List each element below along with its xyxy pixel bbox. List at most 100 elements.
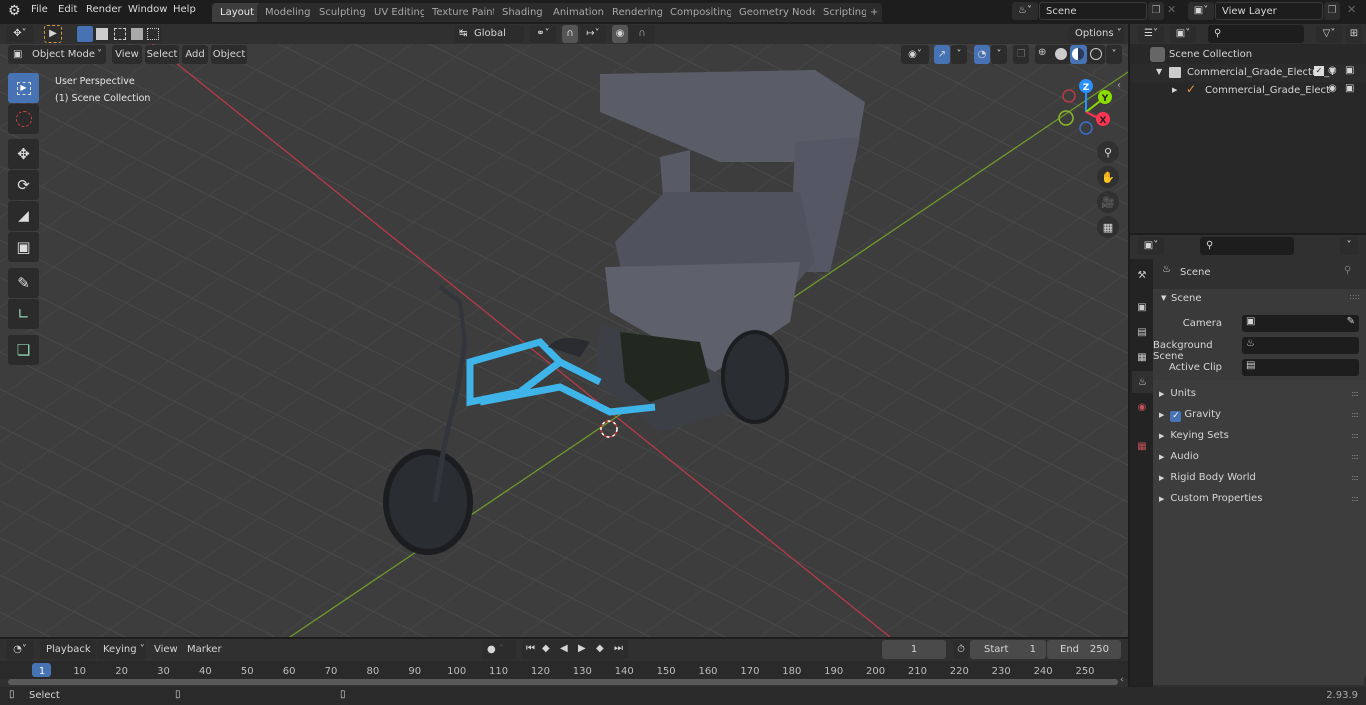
tab-modeling[interactable]: Modeling bbox=[257, 3, 319, 22]
gizmo-neg-y[interactable] bbox=[1058, 110, 1074, 126]
tab-animation[interactable]: Animation bbox=[545, 3, 612, 22]
tab-scene[interactable]: ♨ bbox=[1132, 371, 1153, 393]
menu-marker[interactable]: Marker bbox=[187, 644, 222, 655]
menu-select[interactable]: Select bbox=[145, 45, 179, 64]
tool-select-box[interactable]: ▶ bbox=[8, 73, 39, 103]
transform-orientation-dropdown[interactable]: Global ↹ bbox=[454, 25, 524, 43]
jump-start-icon[interactable]: ⏮ bbox=[526, 643, 535, 654]
next-keyframe-icon[interactable]: ◆ bbox=[596, 643, 604, 654]
active-clip-field[interactable]: ▤ bbox=[1242, 359, 1359, 376]
panel-keying-sets[interactable]: ▶ Keying Sets:::: bbox=[1153, 425, 1364, 446]
falloff-dropdown[interactable]: ∩ bbox=[629, 25, 655, 43]
tab-texture[interactable]: ▦ bbox=[1132, 435, 1152, 457]
menu-window[interactable]: Window bbox=[128, 4, 167, 15]
display-mode-dropdown[interactable]: ▣˅ bbox=[1170, 25, 1196, 43]
outliner-editor-type[interactable]: ☰˅ bbox=[1138, 25, 1164, 43]
visibility-dropdown[interactable]: ◉˅ bbox=[901, 45, 929, 64]
menu-playback[interactable]: Playback ˅ bbox=[40, 640, 96, 674]
menu-keying[interactable]: Keying ˅ bbox=[97, 640, 146, 659]
menu-view[interactable]: View bbox=[112, 45, 142, 64]
camera-render-icon[interactable]: ▣ bbox=[1345, 83, 1354, 94]
outliner-item-scene-collection[interactable]: Scene Collection bbox=[1130, 46, 1366, 64]
tab-sculpting[interactable]: Sculpting bbox=[311, 3, 374, 22]
pin-icon[interactable]: ⚲ bbox=[1344, 265, 1351, 276]
tab-texture-paint[interactable]: Texture Paint bbox=[424, 3, 505, 22]
panel-custom-properties[interactable]: ▶ Custom Properties:::: bbox=[1153, 488, 1364, 509]
mode-set-icon[interactable] bbox=[77, 26, 93, 42]
drag-handle-icon[interactable]: :::: bbox=[1351, 383, 1359, 404]
delete-scene-icon[interactable]: ✕ bbox=[1167, 3, 1176, 16]
gizmo-dropdown[interactable]: ˅ bbox=[951, 45, 967, 64]
menu-help[interactable]: Help bbox=[173, 4, 196, 15]
proportional-edit-toggle[interactable]: ◉ bbox=[612, 25, 628, 43]
properties-search-input[interactable]: ⚲ bbox=[1200, 237, 1294, 255]
blender-logo-icon[interactable]: ⚙ bbox=[8, 3, 21, 19]
current-frame-field[interactable]: 1 bbox=[882, 640, 946, 659]
snap-target-dropdown[interactable]: ↦˅ bbox=[580, 25, 606, 43]
prev-keyframe-icon[interactable]: ◆ bbox=[542, 643, 550, 654]
camera-field[interactable]: ▣ ✎ bbox=[1242, 315, 1359, 332]
tab-render[interactable]: ▣ bbox=[1132, 296, 1152, 318]
panel-units[interactable]: ▶ Units:::: bbox=[1153, 383, 1364, 404]
drag-handle-icon[interactable]: :::: bbox=[1351, 425, 1359, 446]
preview-range-toggle[interactable]: ⏱ bbox=[953, 640, 969, 659]
panel-rigid-body-world[interactable]: ▶ Rigid Body World:::: bbox=[1153, 467, 1364, 488]
new-scene-button[interactable]: ❐ bbox=[1148, 2, 1164, 20]
sidebar-toggle-icon[interactable]: ‹ bbox=[1117, 80, 1121, 91]
timeline-scrollbar[interactable] bbox=[8, 679, 1118, 685]
scene-name-field[interactable]: Scene bbox=[1039, 2, 1147, 20]
properties-options-dropdown[interactable]: ˅ bbox=[1340, 237, 1358, 255]
end-frame-field[interactable]: End 250 bbox=[1047, 640, 1121, 659]
mode-extend-icon[interactable] bbox=[96, 28, 108, 40]
jump-end-icon[interactable]: ⏭ bbox=[614, 643, 623, 654]
eye-icon[interactable]: ◉ bbox=[1328, 65, 1337, 76]
drag-handle-icon[interactable]: :::: bbox=[1349, 292, 1360, 301]
editor-type-dropdown[interactable]: ✥˅ bbox=[6, 25, 34, 43]
zoom-view-button[interactable]: ⚲ bbox=[1097, 141, 1119, 163]
camera-render-icon[interactable]: ▣ bbox=[1345, 65, 1354, 76]
tab-world[interactable]: ◉ bbox=[1132, 396, 1152, 418]
tab-shading[interactable]: Shading bbox=[494, 3, 551, 22]
new-collection-button[interactable]: ⊞ bbox=[1346, 25, 1362, 43]
menu-edit[interactable]: Edit bbox=[58, 4, 77, 15]
tool-transform[interactable]: ▣ bbox=[8, 232, 39, 262]
object-mode-dropdown[interactable]: ▣ Object Mode ˅ bbox=[8, 45, 106, 64]
menu-object[interactable]: Object bbox=[211, 45, 247, 64]
xray-toggle[interactable]: ❐ bbox=[1013, 45, 1029, 64]
play-icon[interactable]: ▶ bbox=[578, 643, 586, 654]
mode-intersect-icon[interactable] bbox=[147, 28, 159, 40]
add-workspace-button[interactable]: + bbox=[866, 3, 883, 22]
filter-dropdown[interactable]: ▽˅ bbox=[1316, 25, 1342, 43]
material-preview-shading-icon[interactable] bbox=[1070, 45, 1087, 64]
active-tool-indicator[interactable]: ▶ bbox=[44, 25, 62, 43]
new-view-layer-button[interactable]: ❐ bbox=[1324, 2, 1340, 20]
view-layer-type-dropdown[interactable]: ▣˅ bbox=[1188, 2, 1214, 20]
background-scene-field[interactable]: ♨ bbox=[1242, 337, 1359, 354]
camera-view-button[interactable]: 🎥 bbox=[1097, 191, 1119, 213]
tool-measure[interactable]: ∟ bbox=[8, 299, 39, 329]
tab-output[interactable]: ▤ bbox=[1132, 321, 1152, 343]
gravity-checkbox[interactable]: ✓ bbox=[1170, 411, 1182, 422]
gizmo-toggle[interactable]: ↗ bbox=[934, 45, 950, 64]
exclude-checkbox[interactable]: ✓ bbox=[1314, 66, 1324, 76]
mode-subtract-icon[interactable] bbox=[114, 28, 126, 40]
pivot-point-dropdown[interactable]: ⚭˅ bbox=[530, 25, 556, 43]
timeline-editor-type[interactable]: ◔˅ bbox=[6, 640, 34, 659]
delete-view-layer-icon[interactable]: ✕ bbox=[1347, 3, 1356, 16]
snap-toggle[interactable]: ∩ bbox=[562, 25, 578, 43]
drag-handle-icon[interactable]: :::: bbox=[1351, 467, 1359, 488]
tab-tool[interactable]: ⚒ bbox=[1132, 264, 1152, 286]
drag-handle-icon[interactable]: :::: bbox=[1351, 446, 1359, 467]
eye-icon[interactable]: ◉ bbox=[1328, 83, 1337, 94]
3d-cursor[interactable] bbox=[600, 420, 618, 438]
tab-layout[interactable]: Layout bbox=[212, 3, 262, 22]
outliner-search-input[interactable]: ⚲ bbox=[1208, 25, 1304, 43]
toggle-perspective-button[interactable]: ▦ bbox=[1097, 216, 1119, 238]
menu-file[interactable]: File bbox=[31, 4, 48, 15]
tool-rotate[interactable]: ⟳ bbox=[8, 170, 39, 200]
panel-gravity[interactable]: ▶ ✓ Gravity:::: bbox=[1153, 404, 1364, 425]
tab-compositing[interactable]: Compositing bbox=[662, 3, 741, 22]
options-dropdown[interactable]: Options ˅ bbox=[1069, 25, 1124, 43]
trike-model[interactable] bbox=[383, 70, 865, 555]
tab-view-layer[interactable]: ▦ bbox=[1132, 346, 1152, 368]
